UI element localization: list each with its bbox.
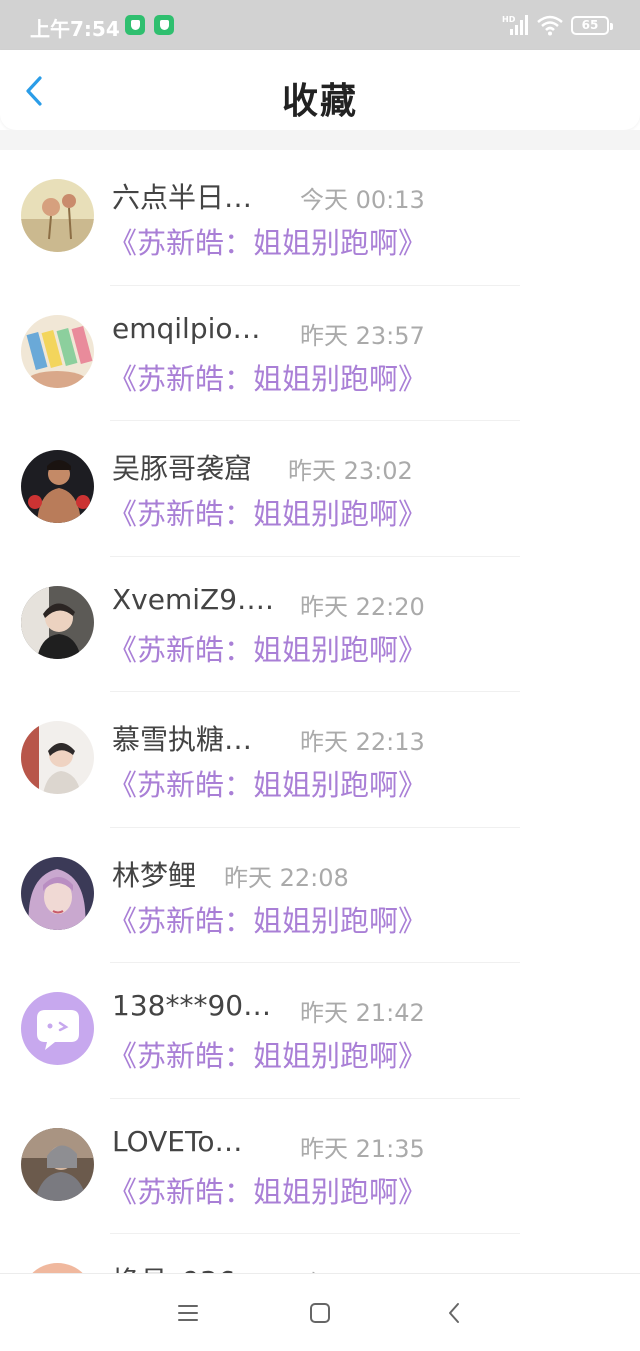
list-item[interactable]: emqilpio… 昨天 23:57 《苏新皓：姐姐别跑啊》: [0, 286, 640, 421]
avatar: [21, 856, 94, 930]
header: 收藏: [0, 50, 640, 130]
item-time: 昨天 21:42: [300, 999, 425, 1027]
list-item[interactable]: 林梦鲤 昨天 22:08 《苏新皓：姐姐别跑啊》: [0, 828, 640, 963]
item-title: 《苏新皓：姐姐别跑啊》: [108, 226, 428, 260]
home-icon[interactable]: [305, 1298, 335, 1328]
avatar: [21, 314, 94, 388]
item-time: 昨天 21:35: [300, 1134, 425, 1163]
item-title: 《苏新皓：姐姐别跑啊》: [108, 903, 428, 938]
item-username: 林梦鲤: [112, 858, 197, 892]
item-username: 138***90…: [112, 989, 272, 1022]
avatar: [21, 179, 94, 252]
item-time: 昨天 22:20: [300, 592, 425, 621]
status-time: 上午7:54: [30, 17, 120, 41]
chat-bubble-avatar-icon: [21, 992, 94, 1065]
header-gap: [0, 130, 640, 150]
item-time: 昨天 23:57: [300, 321, 425, 350]
item-username: XvemiZ9….: [112, 582, 274, 616]
avatar: [21, 585, 94, 659]
list-item[interactable]: XvemiZ9…. 昨天 22:20 《苏新皓：姐姐别跑啊》: [0, 557, 640, 692]
item-username: LOVETo…: [112, 1124, 243, 1158]
item-username: 六点半日…: [112, 181, 253, 214]
item-title: 《苏新皓：姐姐别跑啊》: [108, 1174, 428, 1209]
system-nav-bar: [0, 1273, 640, 1351]
page-title: 收藏: [281, 81, 358, 122]
battery-level: 65: [581, 18, 599, 32]
item-username: 慕雪执糖…: [112, 723, 253, 756]
item-time: 今天 00:13: [300, 186, 425, 214]
list-item[interactable]: 六点半日… 今天 00:13 《苏新皓：姐姐别跑啊》: [0, 150, 640, 286]
list-item[interactable]: 慕雪执糖… 昨天 22:13 《苏新皓：姐姐别跑啊》: [0, 692, 640, 828]
battery-icon: 65: [571, 16, 613, 35]
item-title: 《苏新皓：姐姐别跑啊》: [108, 497, 428, 531]
status-bar: 上午7:54 HD 65: [0, 0, 640, 50]
item-title: 《苏新皓：姐姐别跑啊》: [108, 768, 428, 802]
network-type-label: HD: [502, 15, 516, 24]
item-time: 昨天 22:08: [224, 863, 349, 892]
item-title: 《苏新皓：姐姐别跑啊》: [108, 1039, 428, 1073]
wifi-icon: [537, 15, 563, 36]
avatar: [21, 450, 94, 523]
item-time: 昨天 22:13: [300, 728, 425, 756]
item-time: 昨天 23:02: [288, 457, 413, 485]
menu-icon[interactable]: [173, 1298, 203, 1328]
avatar: [21, 721, 94, 794]
shield-icon: [154, 15, 174, 35]
signal-icon: HD: [502, 15, 528, 35]
list-item[interactable]: LOVETo… 昨天 21:35 《苏新皓：姐姐别跑啊》: [0, 1099, 640, 1234]
item-title: 《苏新皓：姐姐别跑啊》: [108, 361, 428, 396]
list-item[interactable]: 吴豚哥袭窟 昨天 23:02 《苏新皓：姐姐别跑啊》: [0, 421, 640, 557]
back-icon[interactable]: [440, 1298, 470, 1328]
favorites-list: 六点半日… 今天 00:13 《苏新皓：姐姐别跑啊》 emqilpio… 昨天 …: [0, 150, 640, 1351]
item-username: emqilpio…: [112, 311, 261, 345]
screen: 上午7:54 HD 65 收藏 六点半日… 今天 00:13 《苏新皓：姐姐别跑…: [0, 0, 640, 1351]
shield-icon: [125, 15, 145, 35]
item-title: 《苏新皓：姐姐别跑啊》: [108, 632, 428, 667]
list-item[interactable]: 138***90… 昨天 21:42 《苏新皓：姐姐别跑啊》: [0, 963, 640, 1099]
item-username: 吴豚哥袭窟: [112, 452, 253, 485]
avatar: [21, 1127, 94, 1201]
